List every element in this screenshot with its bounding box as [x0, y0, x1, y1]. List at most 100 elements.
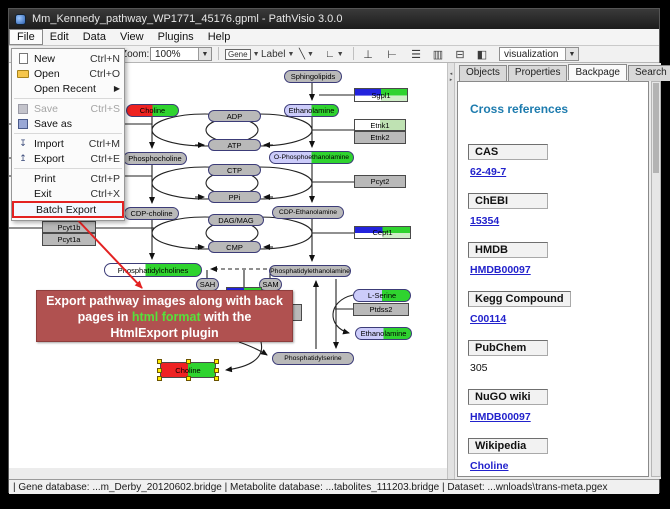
pathway-node[interactable]: Pcyt2 — [354, 175, 406, 188]
menu-item-open-recent[interactable]: Open Recent▶ — [12, 81, 124, 96]
tab-backpage[interactable]: Backpage — [568, 64, 626, 80]
pathway-node[interactable]: DAG/MAG — [208, 214, 264, 226]
selection-handle[interactable] — [157, 368, 162, 373]
section-header: Wikipedia — [468, 438, 548, 454]
crossref-link[interactable]: HMDB00097 — [470, 411, 648, 423]
backpage-section: NuGO wiki HMDB00097 — [468, 387, 648, 423]
pathway-node[interactable]: ADP — [208, 110, 261, 122]
selection-handle[interactable] — [186, 359, 191, 364]
crossref-link[interactable]: 15354 — [470, 215, 648, 227]
pathway-node[interactable]: Pcyt1b — [42, 221, 96, 233]
crossref-link[interactable]: Choline — [470, 460, 648, 472]
app-icon — [15, 14, 26, 25]
set-common-height-icon[interactable]: ◧ — [473, 47, 491, 61]
section-header: NuGO wiki — [468, 389, 548, 405]
pathway-node[interactable]: Sphingolipids — [284, 70, 342, 83]
menu-item-save-as[interactable]: Save as — [12, 116, 124, 131]
chevron-down-icon[interactable]: ▼ — [565, 48, 578, 60]
panel-vertical-scrollbar[interactable] — [651, 81, 661, 477]
crossref-link[interactable]: HMDB00097 — [470, 264, 648, 276]
pathway-node[interactable]: CDP-choline — [124, 207, 179, 220]
pathway-node[interactable]: Etnk2 — [354, 131, 406, 144]
crossref-link[interactable]: 62-49-7 — [470, 166, 648, 178]
pathway-node[interactable]: Phosphocholine — [123, 152, 187, 165]
selection-handle[interactable] — [157, 376, 162, 381]
tab-search[interactable]: Search — [628, 65, 670, 81]
selection-handle[interactable] — [214, 368, 219, 373]
menu-separator — [14, 133, 122, 134]
pathway-node[interactable]: Phosphatidylethanolamine — [269, 265, 351, 277]
pathway-node[interactable]: CTP — [208, 164, 261, 176]
menu-edit[interactable]: Edit — [43, 30, 76, 44]
zoom-combobox[interactable]: 100% ▼ — [150, 47, 212, 61]
menu-file[interactable]: File — [9, 29, 43, 45]
side-panel: Objects Properties Backpage Search Legen… — [455, 63, 661, 479]
menu-item-new[interactable]: NewCtrl+N — [12, 51, 124, 66]
pathway-node[interactable]: Ptdss2 — [353, 303, 409, 316]
menu-data[interactable]: Data — [76, 30, 113, 44]
connector-icon: ∟ — [325, 49, 335, 60]
pathway-node[interactable]: CDP-Ethanolamine — [272, 206, 344, 219]
menu-item-exit[interactable]: ExitCtrl+X — [12, 186, 124, 201]
datanode-tool-button[interactable]: Gene ▼ — [223, 47, 262, 61]
menu-help[interactable]: Help — [201, 30, 238, 44]
chevron-down-icon[interactable]: ▼ — [198, 48, 211, 60]
pathway-node-selected[interactable]: Choline — [160, 362, 216, 378]
connector-tool-button[interactable]: ∟ ▼ — [323, 47, 346, 61]
menu-item-import[interactable]: ↧ ImportCtrl+M — [12, 136, 124, 151]
pathway-node[interactable]: CMP — [208, 241, 261, 253]
set-common-width-icon[interactable]: ⊟ — [451, 47, 469, 61]
pathway-node[interactable]: Pcyt1a — [42, 233, 96, 246]
status-bar: | Gene database: ...m_Derby_20120602.bri… — [9, 479, 659, 494]
backpage-section: PubChem 305 — [468, 338, 648, 374]
zoom-label: Zoom: — [121, 47, 149, 61]
pathway-node[interactable]: ATP — [208, 139, 261, 151]
cross-references-heading: Cross references — [470, 102, 648, 116]
window-title: Mm_Kennedy_pathway_WP1771_45176.gpml - P… — [32, 13, 342, 25]
pathway-node[interactable]: Phosphatidylcholines — [104, 263, 202, 277]
tab-objects[interactable]: Objects — [459, 65, 507, 81]
export-icon: ↥ — [16, 153, 30, 164]
align-horizontal-center-icon[interactable]: ⊢ — [383, 47, 401, 61]
section-header: PubChem — [468, 340, 548, 356]
pathway-node[interactable]: Ethanolamine — [355, 327, 412, 340]
pathway-node[interactable]: Ethanolamine — [284, 104, 339, 117]
open-folder-icon — [16, 68, 30, 79]
pathway-node[interactable]: Choline — [126, 104, 179, 117]
selection-handle[interactable] — [186, 376, 191, 381]
pathway-node[interactable]: Sgpl1 — [354, 88, 408, 102]
pathway-node[interactable]: PPi — [208, 191, 261, 203]
backpage-section: Wikipedia Choline — [468, 436, 648, 472]
submenu-arrow-icon: ▶ — [114, 84, 120, 93]
pathway-node[interactable]: Cept1 — [354, 226, 411, 239]
panel-splitter[interactable]: ◂▸ — [447, 63, 455, 479]
menu-item-export[interactable]: ↥ ExportCtrl+E — [12, 151, 124, 166]
scrollbar-thumb[interactable] — [653, 83, 659, 173]
selection-handle[interactable] — [214, 376, 219, 381]
backpage-section: Kegg Compound C00114 — [468, 289, 648, 325]
label-tool-button[interactable]: Label ▼ — [259, 47, 296, 61]
pathway-node[interactable]: Etnk1 — [354, 119, 406, 131]
annotation-callout: Export pathway images along with back pa… — [36, 290, 293, 342]
pathway-node[interactable]: Phosphatidylserine — [272, 352, 354, 365]
backpage-section: HMDB HMDB00097 — [468, 240, 648, 276]
selection-handle[interactable] — [157, 359, 162, 364]
line-tool-button[interactable]: ╲ ▼ — [297, 47, 316, 61]
selection-handle[interactable] — [214, 359, 219, 364]
menu-item-batch-export[interactable]: Batch Export — [12, 201, 124, 218]
pathway-node[interactable]: L-Serine — [353, 289, 411, 302]
section-header: Kegg Compound — [468, 291, 571, 307]
visualization-combobox[interactable]: visualization ▼ — [499, 47, 579, 61]
stack-vertical-icon[interactable]: ☰ — [407, 47, 425, 61]
menu-item-print[interactable]: PrintCtrl+P — [12, 171, 124, 186]
pathway-node[interactable]: O-Phosphoethanolamine — [269, 151, 354, 164]
tab-properties[interactable]: Properties — [508, 65, 568, 81]
side-panel-tabs: Objects Properties Backpage Search Legen… — [459, 65, 670, 81]
menu-view[interactable]: View — [113, 30, 151, 44]
align-vertical-center-icon[interactable]: ⊥ — [359, 47, 377, 61]
menu-plugins[interactable]: Plugins — [151, 30, 201, 44]
stack-horizontal-icon[interactable]: ▥ — [429, 47, 447, 61]
crossref-link[interactable]: C00114 — [470, 313, 648, 325]
menu-item-open[interactable]: OpenCtrl+O — [12, 66, 124, 81]
title-bar: Mm_Kennedy_pathway_WP1771_45176.gpml - P… — [9, 9, 659, 29]
